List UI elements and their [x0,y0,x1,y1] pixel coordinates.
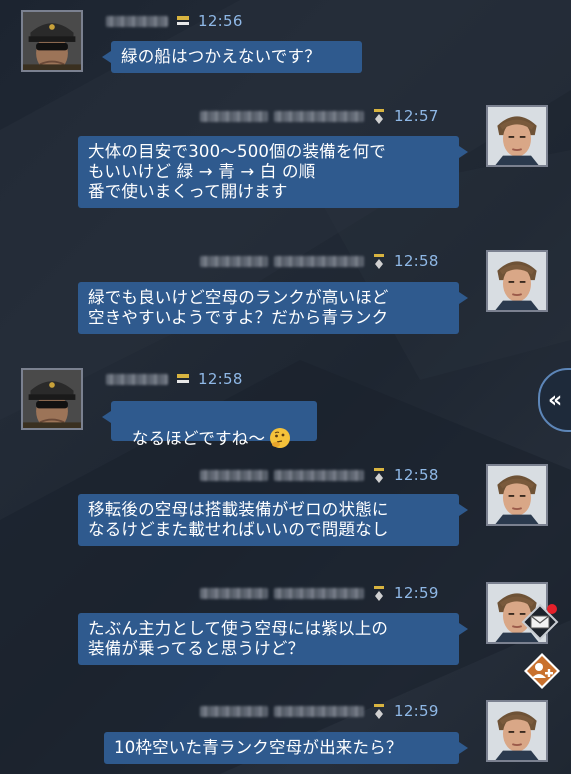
message-time: 12:58 [394,252,439,270]
message-meta: 12:58 [200,251,439,271]
sender-name-redacted [106,15,168,27]
avatar-commander[interactable] [21,368,83,430]
add-friend-button[interactable] [523,652,561,690]
chat-bubble-text: なるほどですね～ [131,429,266,448]
sender-name-redacted [200,255,268,267]
sender-name-redacted [274,110,364,122]
chat-bubble: 移転後の空母は搭載装備がゼロの状態に なるけどまた載せればいいので問題なし [78,494,468,546]
chat-bubble: 緑でも良いけど空母のランクが高いほど 空きやすいようですよ？だから青ランク [78,282,468,334]
chat-bubble: 大体の目安で300～500個の装備を何で もいいけど 緑 → 青 → 白 の順 … [78,136,468,208]
sender-name-redacted [200,110,268,122]
sender-name-redacted [200,587,268,599]
message-time: 12:58 [198,370,243,388]
thinking-face-icon [269,427,291,449]
rank-badge-icon [372,704,386,719]
message-time: 12:59 [394,702,439,720]
sender-name-redacted [274,255,364,267]
avatar-commander[interactable] [21,10,83,72]
message-meta: 12:59 [200,701,439,721]
sender-name-redacted [200,705,268,717]
sender-name-redacted [274,587,364,599]
message-time: 12:56 [198,12,243,30]
rank-badge-icon [372,254,386,269]
message-meta: 12:56 [106,11,243,31]
avatar-player[interactable] [486,464,548,526]
chat-bubble: たぶん主力として使う空母には紫以上の 装備が乗ってると思うけど？ [78,613,468,665]
message-time: 12:59 [394,584,439,602]
avatar-player[interactable] [486,105,548,167]
message-meta: 12:58 [106,369,243,389]
rank-badge-icon [176,14,190,28]
mail-button[interactable] [521,603,559,641]
message-meta: 12:59 [200,583,439,603]
chat-bubble: なるほどですね～ [102,401,317,448]
rank-badge-icon [176,372,190,386]
message-time: 12:57 [394,107,439,125]
rank-badge-icon [372,586,386,601]
message-meta: 12:57 [200,106,439,126]
add-friend-icon [524,653,560,689]
chat-bubble: 緑の船はつかえないです？ [102,41,362,73]
avatar-player[interactable] [486,700,548,762]
rank-badge-icon [372,109,386,124]
mail-notification-icon [521,603,559,641]
collapse-panel-tab[interactable]: « [538,368,571,432]
rank-badge-icon [372,468,386,483]
sender-name-redacted [274,705,364,717]
chat-bubble: 10枠空いた青ランク空母が出来たら？ [104,732,468,764]
double-chevron-left-icon: « [548,387,563,413]
sender-name-redacted [106,373,168,385]
sender-name-redacted [200,469,268,481]
avatar-player[interactable] [486,250,548,312]
message-meta: 12:58 [200,465,439,485]
message-time: 12:58 [394,466,439,484]
sender-name-redacted [274,469,364,481]
